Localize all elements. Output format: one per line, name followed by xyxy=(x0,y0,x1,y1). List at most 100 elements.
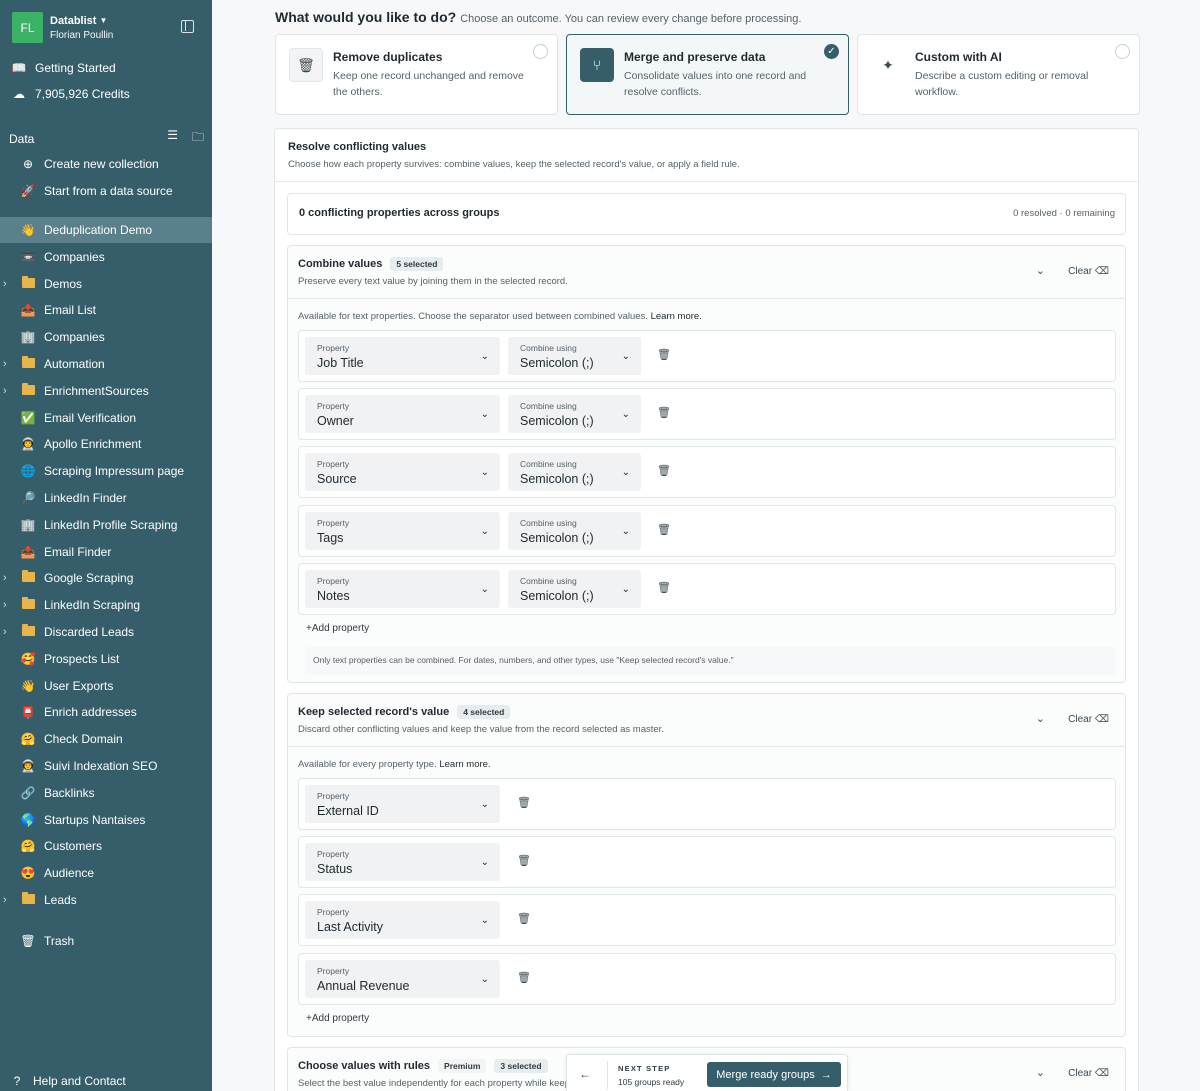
separator-select[interactable]: Combine using Semicolon (;) ⌄ xyxy=(508,569,641,608)
sidebar-item[interactable]: › Automation xyxy=(0,351,212,377)
collection-emoji-icon: 📼 xyxy=(20,249,36,264)
property-select[interactable]: Property Owner ⌄ xyxy=(305,395,500,434)
sidebar-item[interactable]: 🤗 Check Domain xyxy=(0,726,212,752)
add-property-button[interactable]: +Add property xyxy=(306,1013,369,1024)
start-data-source-button[interactable]: 🚀 Start from a data source xyxy=(0,178,212,204)
sidebar-item[interactable]: 👨‍🚀 Apollo Enrichment xyxy=(0,431,212,457)
help-contact-link[interactable]: ? Help and Contact xyxy=(0,1068,212,1091)
chevron-right-icon[interactable]: › xyxy=(3,626,7,638)
clear-button[interactable]: Clear ⌫ xyxy=(1068,266,1109,277)
new-folder-icon[interactable]: 🗀 xyxy=(192,128,204,149)
sidebar-item[interactable]: 🏢 LinkedIn Profile Scraping xyxy=(0,512,212,538)
chevron-right-icon[interactable]: › xyxy=(3,278,7,290)
clear-button[interactable]: Clear ⌫ xyxy=(1068,1068,1109,1079)
sidebar-item[interactable]: 😍 Audience xyxy=(0,860,212,886)
sidebar-item-label: Backlinks xyxy=(44,785,95,800)
getting-started-link[interactable]: 📖 Getting Started xyxy=(0,55,212,81)
folder-shape xyxy=(21,382,35,395)
folder-shape xyxy=(21,356,35,368)
property-select[interactable]: Property Job Title ⌄ xyxy=(305,337,500,375)
delete-icon[interactable]: 🗑 xyxy=(657,406,671,420)
workspace-switcher[interactable]: FL Datablist ▼ Florian Poullin xyxy=(12,12,113,43)
sidebar-item[interactable]: 🤗 Customers xyxy=(0,833,212,859)
property-select[interactable]: Property Last Activity ⌄ xyxy=(305,901,500,940)
sidebar-item[interactable]: › Discarded Leads xyxy=(0,619,212,645)
merge-ready-groups-button[interactable]: Merge ready groups → xyxy=(707,1062,841,1087)
sidebar-item[interactable]: › EnrichmentSources xyxy=(0,378,212,404)
folder-shape xyxy=(21,570,35,583)
option-radio[interactable] xyxy=(1115,44,1130,59)
learn-more-link[interactable]: Learn more. xyxy=(439,759,490,770)
chevron-right-icon[interactable]: › xyxy=(3,385,7,397)
rocket-icon: 🚀 xyxy=(20,184,36,198)
chevron-down-icon[interactable]: ⌄ xyxy=(1036,712,1045,725)
search-collections-icon[interactable]: ☰ xyxy=(167,128,178,149)
sidebar-item[interactable]: › Demos xyxy=(0,271,212,297)
property-row: Property Last Activity ⌄ 🗑 xyxy=(298,894,1116,947)
separator-select[interactable]: Combine using Semicolon (;) ⌄ xyxy=(508,511,641,550)
field-label: Property xyxy=(317,849,350,860)
arrow-left-icon[interactable]: ← xyxy=(579,1067,591,1081)
chevron-down-icon[interactable]: ⌄ xyxy=(1036,1066,1045,1079)
delete-icon[interactable]: 🗑 xyxy=(517,971,531,985)
conflict-count: 0 conflicting properties across groups xyxy=(299,207,500,219)
sidebar-item[interactable]: › Google Scraping xyxy=(0,565,212,591)
delete-icon[interactable]: 🗑 xyxy=(657,348,671,362)
delete-icon[interactable]: 🗑 xyxy=(657,523,671,537)
property-select[interactable]: Property Tags ⌄ xyxy=(305,511,500,550)
property-select[interactable]: Property Annual Revenue ⌄ xyxy=(305,959,500,998)
delete-icon[interactable]: 🗑 xyxy=(657,464,671,478)
separator-select[interactable]: Combine using Semicolon (;) ⌄ xyxy=(508,395,641,434)
field-label: Combine using xyxy=(520,575,577,586)
sidebar-item[interactable]: › Leads xyxy=(0,887,212,913)
chevron-right-icon[interactable]: › xyxy=(3,572,7,584)
learn-more-link[interactable]: Learn more. xyxy=(651,311,702,322)
delete-icon[interactable]: 🗑 xyxy=(517,854,531,868)
create-collection-button[interactable]: ⊕ Create new collection xyxy=(0,151,212,177)
sidebar-toggle-icon[interactable] xyxy=(181,20,194,33)
property-select[interactable]: Property External ID ⌄ xyxy=(305,785,500,823)
separator-select[interactable]: Combine using Semicolon (;) ⌄ xyxy=(508,453,641,492)
sidebar-item[interactable]: 🔎 LinkedIn Finder xyxy=(0,485,212,511)
add-property-button[interactable]: +Add property xyxy=(306,623,369,634)
delete-icon[interactable]: 🗑 xyxy=(517,796,531,810)
check-icon[interactable]: ✓ xyxy=(824,44,839,59)
sidebar-item[interactable]: 📤 Email Finder xyxy=(0,539,212,565)
selected-badge: 4 selected xyxy=(457,705,511,719)
option-custom-ai[interactable]: ✦ Custom with AI Describe a custom editi… xyxy=(857,34,1140,115)
field-label: Property xyxy=(317,907,350,918)
sidebar-item[interactable]: 🌐 Scraping Impressum page xyxy=(0,458,212,484)
sidebar-item[interactable]: 👋 User Exports xyxy=(0,673,212,699)
property-select[interactable]: Property Source ⌄ xyxy=(305,453,500,492)
separator-select[interactable]: Combine using Semicolon (;) ⌄ xyxy=(508,337,641,375)
delete-icon[interactable]: 🗑 xyxy=(657,581,671,595)
chevron-right-icon[interactable]: › xyxy=(3,894,7,906)
chevron-right-icon[interactable]: › xyxy=(3,358,7,370)
sidebar-item[interactable]: 📼 Companies xyxy=(0,244,212,270)
sidebar-item-label: Discarded Leads xyxy=(44,625,135,639)
chevron-down-icon: ⌄ xyxy=(480,915,489,927)
chevron-down-icon: ⌄ xyxy=(480,409,489,421)
sidebar-item[interactable]: 🥰 Prospects List xyxy=(0,646,212,672)
sidebar-item[interactable]: 🏢 Companies xyxy=(0,324,212,350)
sidebar-item[interactable]: › LinkedIn Scraping xyxy=(0,592,212,618)
trash-link[interactable]: 🗑 Trash xyxy=(0,928,212,954)
sidebar-item[interactable]: 📤 Email List xyxy=(0,297,212,323)
sidebar-item[interactable]: 👋 Deduplication Demo xyxy=(0,217,212,243)
chevron-down-icon[interactable]: ⌄ xyxy=(1036,264,1045,277)
sidebar-item[interactable]: 🔗 Backlinks xyxy=(0,780,212,806)
property-select[interactable]: Property Notes ⌄ xyxy=(305,569,500,608)
delete-icon[interactable]: 🗑 xyxy=(517,912,531,926)
resolve-conflicts-panel: Resolve conflicting values Choose how ea… xyxy=(274,128,1139,1091)
option-radio[interactable] xyxy=(533,44,548,59)
sidebar-item[interactable]: ✅ Email Verification xyxy=(0,405,212,431)
credits-link[interactable]: ☁ 7,905,926 Credits xyxy=(0,81,212,107)
sidebar-item[interactable]: 👨‍🚀 Suivi Indexation SEO xyxy=(0,753,212,779)
sidebar-item[interactable]: 🌎 Startups Nantaises xyxy=(0,807,212,833)
option-merge-preserve[interactable]: ⑂ Merge and preserve data Consolidate va… xyxy=(566,34,849,115)
sidebar-item[interactable]: 📮 Enrich addresses xyxy=(0,699,212,725)
chevron-right-icon[interactable]: › xyxy=(3,599,7,611)
clear-button[interactable]: Clear ⌫ xyxy=(1068,714,1109,725)
option-remove-duplicates[interactable]: 🗑 Remove duplicates Keep one record unch… xyxy=(275,34,558,115)
property-select[interactable]: Property Status ⌄ xyxy=(305,843,500,882)
